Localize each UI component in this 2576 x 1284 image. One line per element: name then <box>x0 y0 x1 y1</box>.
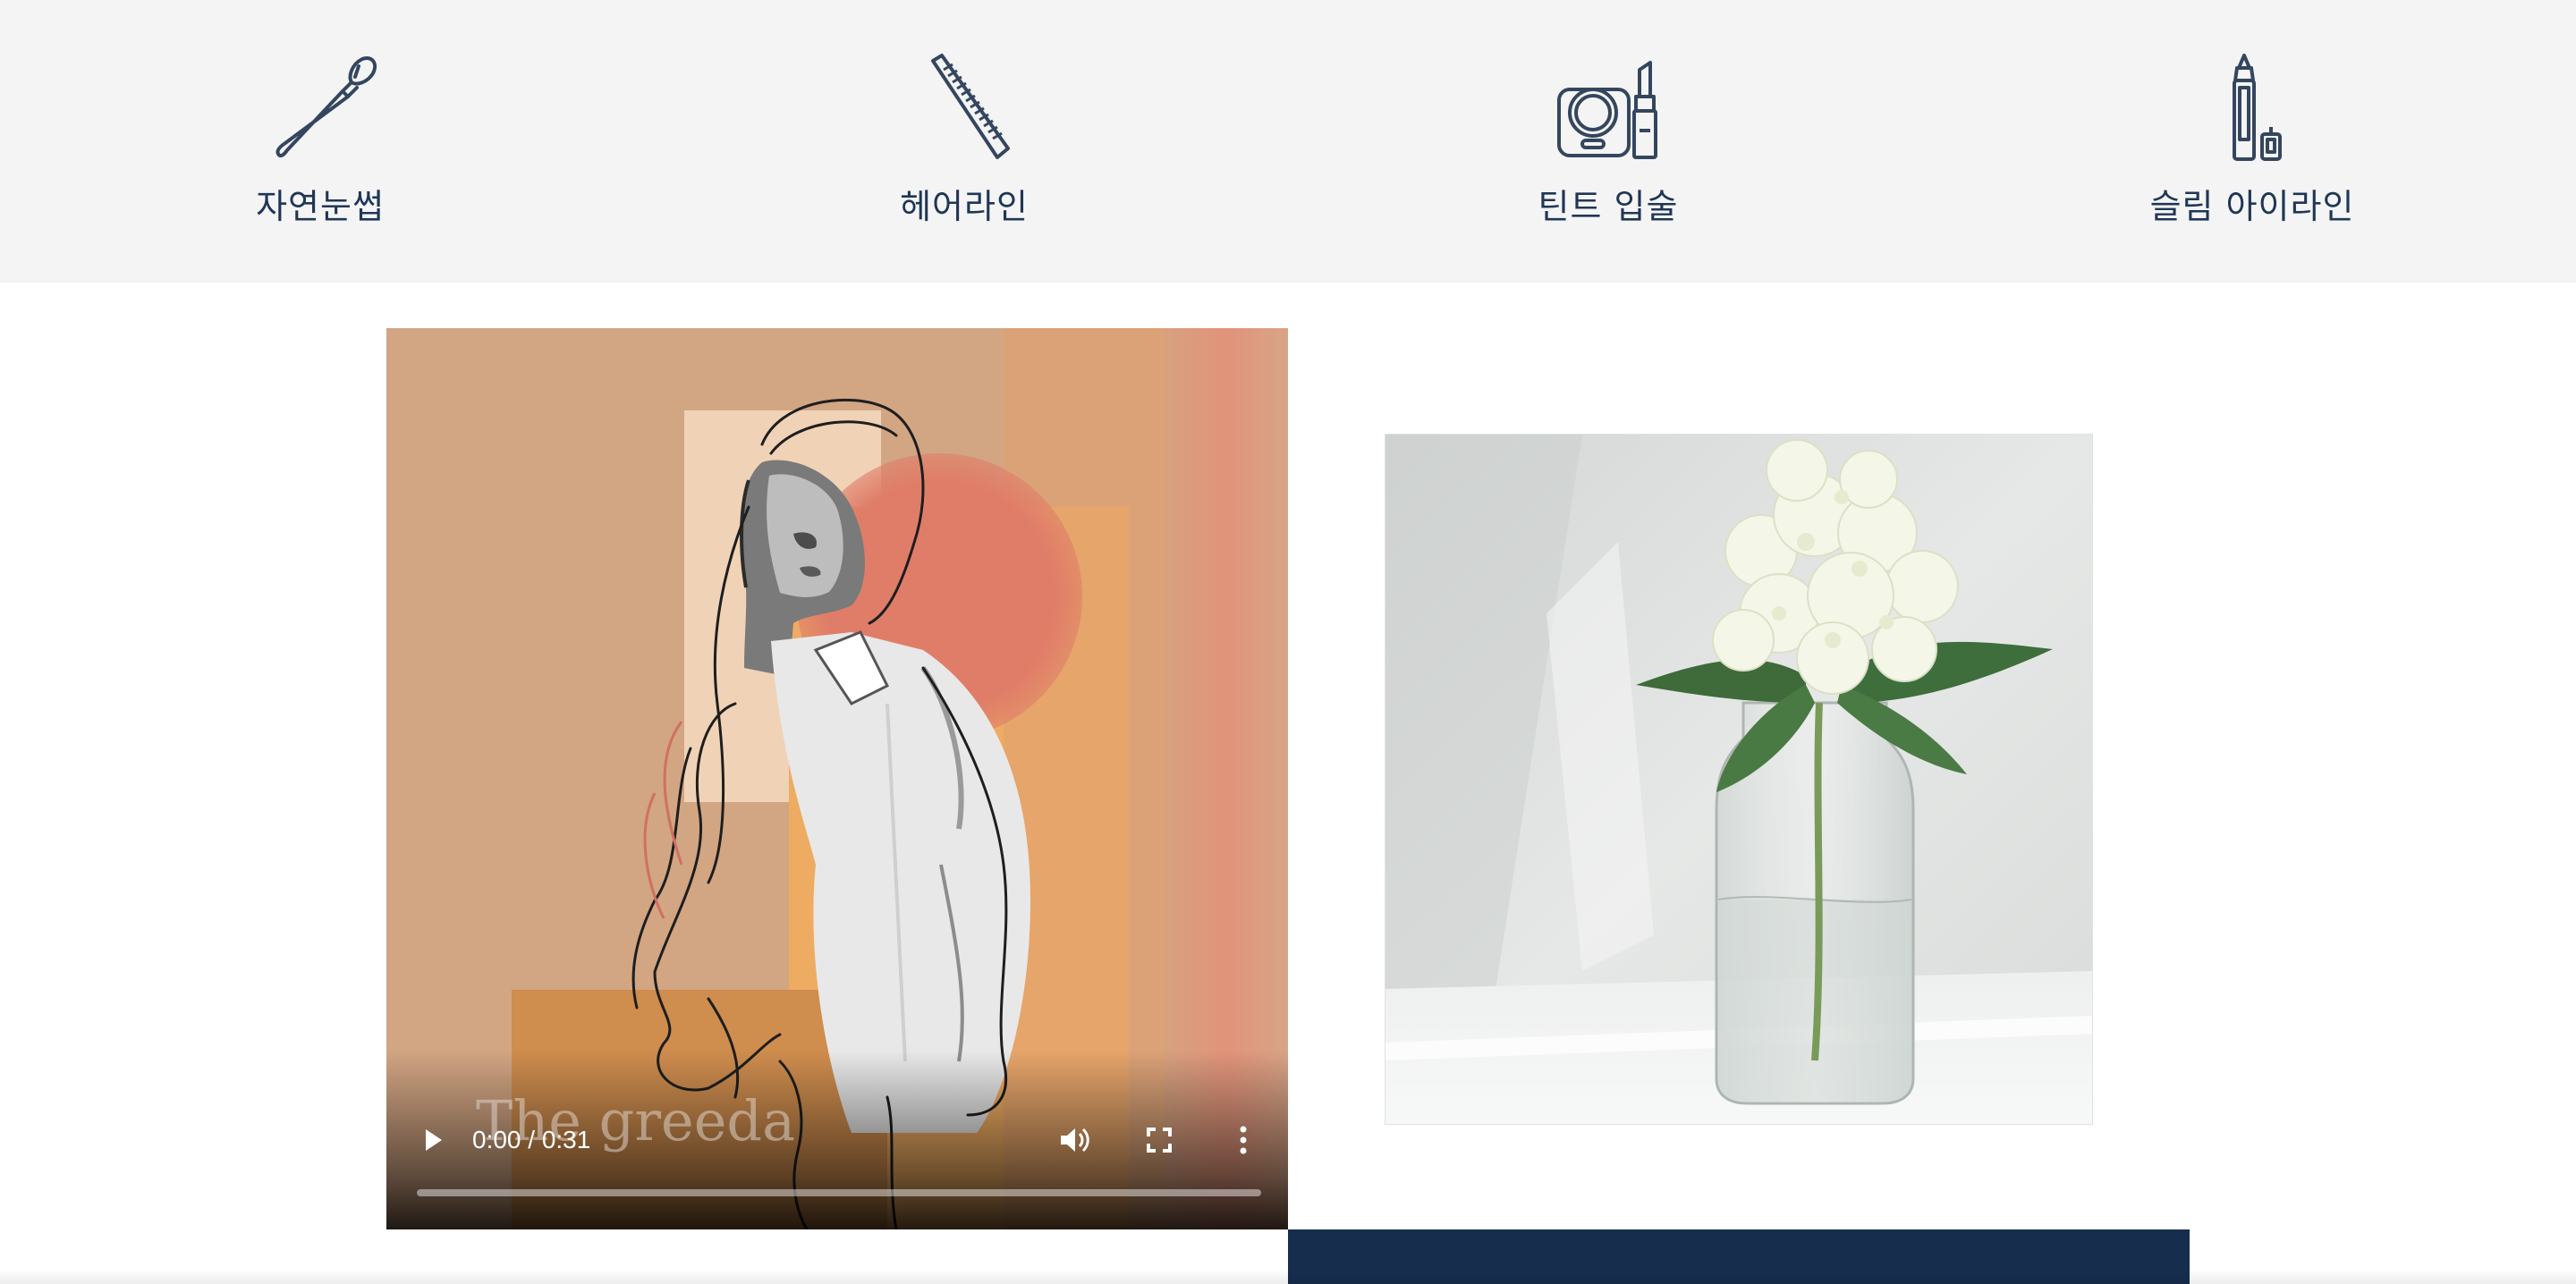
more-options-icon[interactable] <box>1233 1124 1254 1156</box>
bottom-shadow <box>0 1270 2576 1284</box>
nav-label: 틴트 입술 <box>1538 187 1679 226</box>
video-progress-bar[interactable] <box>417 1189 1261 1196</box>
eyeliner-pencil-icon <box>2233 54 2282 161</box>
video-time: 0:00 / 0:31 <box>472 1126 591 1153</box>
nav-label: 슬림 아이라인 <box>2149 187 2355 226</box>
fullscreen-icon[interactable] <box>1143 1124 1175 1156</box>
volume-icon[interactable] <box>1055 1122 1091 1158</box>
video-player[interactable]: The greeda 0:00 / 0:31 <box>386 328 1288 1229</box>
nav-item-natural-brow[interactable]: 자연눈썹 <box>159 50 481 229</box>
nav-item-hairline[interactable]: 헤어라인 <box>803 50 1125 229</box>
nav-item-tint-lip[interactable]: 틴트 입술 <box>1447 50 1769 229</box>
video-controls: 0:00 / 0:31 <box>386 1104 1288 1229</box>
compact-lipstick-icon <box>1557 61 1657 159</box>
comb-icon <box>931 54 1010 159</box>
makeup-brush-icon <box>275 56 377 158</box>
nav-item-slim-eyeline[interactable]: 슬림 아이라인 <box>2091 50 2413 229</box>
play-icon[interactable] <box>419 1126 447 1154</box>
hydrangea-vase-image <box>1385 434 2093 1125</box>
category-nav: 자연눈썹 헤어라인 틴트 입술 슬림 아이라인 <box>0 0 2576 283</box>
nav-label: 헤어라인 <box>900 187 1029 226</box>
nav-label: 자연눈썹 <box>256 187 385 226</box>
